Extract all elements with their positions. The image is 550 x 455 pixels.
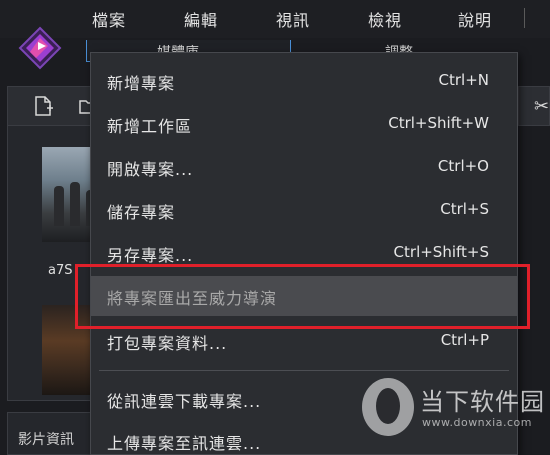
menu-item-shortcut: Ctrl+P xyxy=(440,331,489,349)
video-info-label: 影片資訊 xyxy=(18,432,74,448)
menu-item-label: 新增工作區 xyxy=(107,117,193,136)
menu-item-new-project[interactable]: 新增專案 Ctrl+N xyxy=(91,61,517,101)
video-info-panel[interactable]: 影片資訊 xyxy=(7,412,102,455)
menu-item-label: 儲存專案 xyxy=(107,203,176,222)
menu-edit[interactable]: 編輯 xyxy=(184,7,218,31)
watermark-logo-icon xyxy=(362,378,414,436)
menubar-divider xyxy=(524,8,525,28)
menu-bar: 檔案 編輯 視訊 檢視 說明 xyxy=(0,0,550,38)
menu-item-label: 開啟專案... xyxy=(107,160,194,179)
menu-item-shortcut: Ctrl+S xyxy=(440,200,489,218)
menu-item-label: 打包專案資料... xyxy=(107,334,228,353)
scissors-icon[interactable]: ✂ xyxy=(534,96,549,117)
watermark: 当下软件园 www.downxia.com xyxy=(356,370,550,450)
menu-item-label: 從訊連雲下載專案... xyxy=(107,392,262,411)
menu-item-shortcut: Ctrl+Shift+W xyxy=(388,114,489,132)
menu-file[interactable]: 檔案 xyxy=(92,7,126,31)
menu-item-shortcut: Ctrl+O xyxy=(437,157,489,175)
new-file-icon[interactable] xyxy=(32,95,54,117)
menu-item-label: 新增專案 xyxy=(107,74,176,93)
watermark-title: 当下软件园 xyxy=(420,388,545,416)
menu-item-shortcut: Ctrl+Shift+S xyxy=(393,243,489,261)
app-logo-icon xyxy=(18,26,62,70)
library-toolbar xyxy=(7,86,102,126)
menu-help[interactable]: 說明 xyxy=(458,7,492,31)
watermark-url: www.downxia.com xyxy=(422,416,532,429)
menu-item-label: 上傳專案至訊連雲... xyxy=(107,434,262,453)
menu-item-new-workspace[interactable]: 新增工作區 Ctrl+Shift+W xyxy=(91,104,517,144)
menu-view[interactable]: 檢視 xyxy=(368,7,402,31)
menu-item-open-project[interactable]: 開啟專案... Ctrl+O xyxy=(91,147,517,187)
menu-video[interactable]: 視訊 xyxy=(276,7,310,31)
menu-item-label: 另存專案... xyxy=(107,246,194,265)
media-thumbnail-caption: a7S xyxy=(48,263,73,278)
highlight-annotation-box xyxy=(75,264,530,329)
menu-item-shortcut: Ctrl+N xyxy=(438,71,489,89)
menu-item-save-project[interactable]: 儲存專案 Ctrl+S xyxy=(91,190,517,230)
